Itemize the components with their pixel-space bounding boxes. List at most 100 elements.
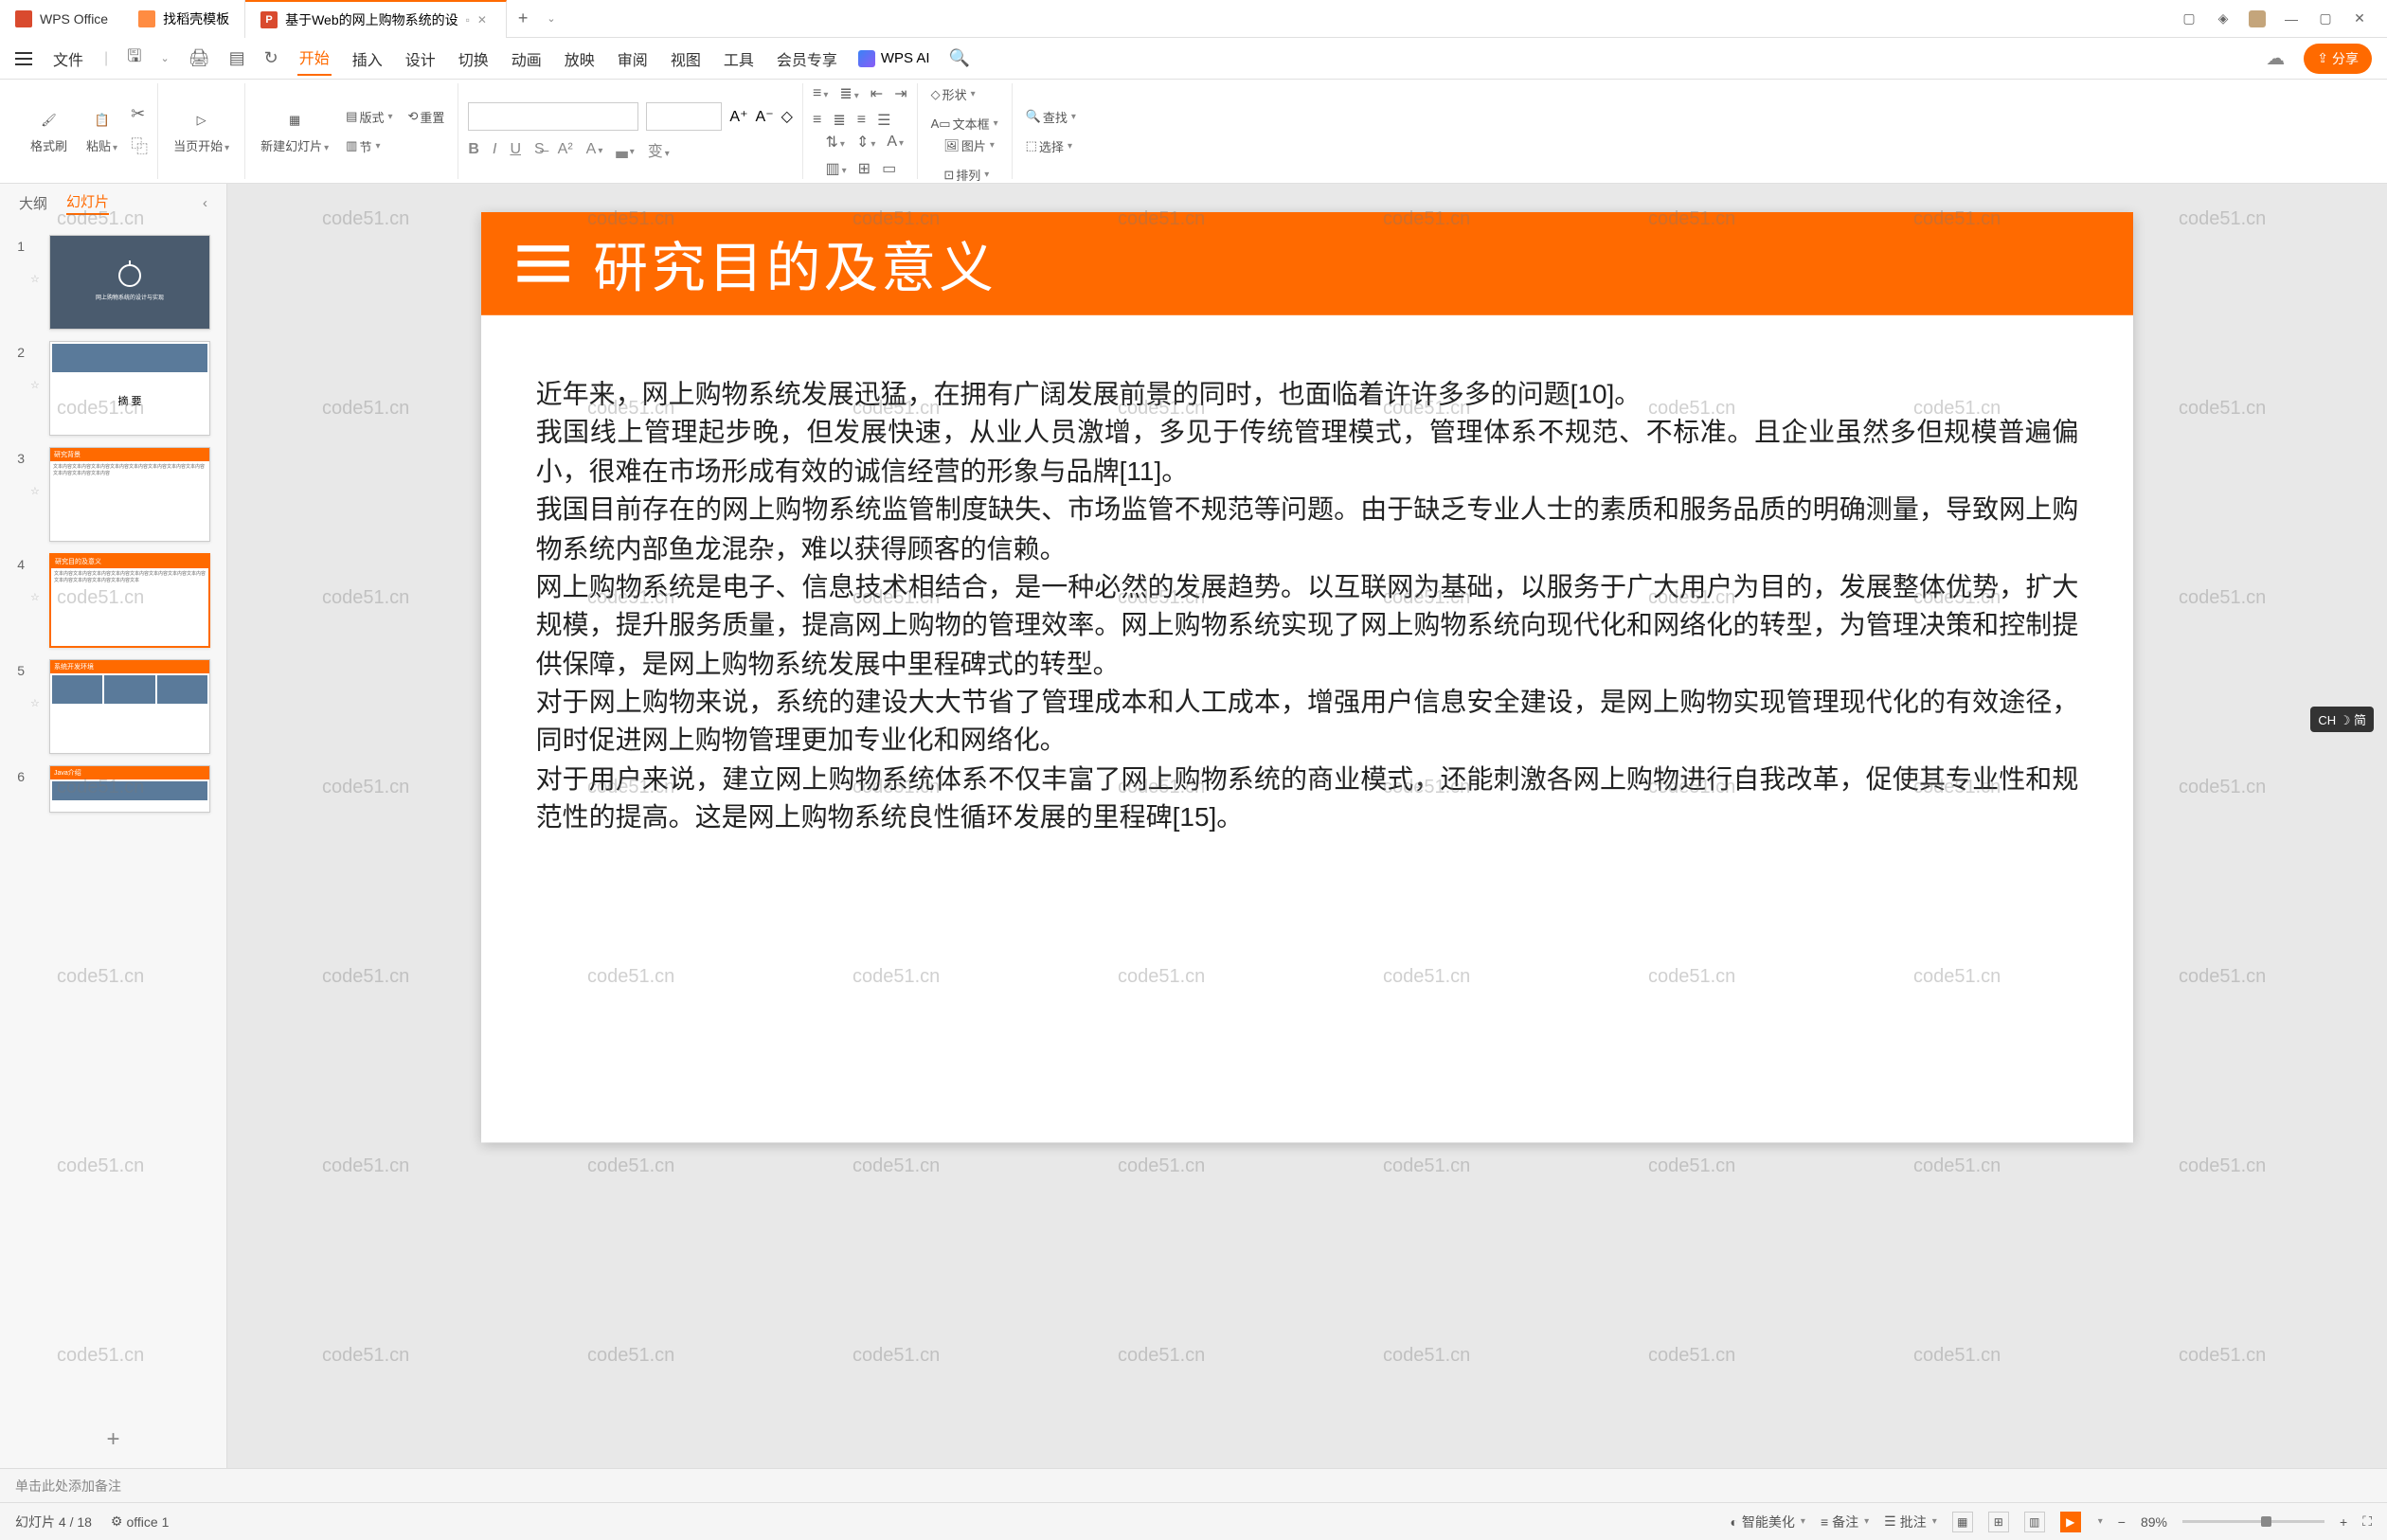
zoom-knob[interactable] [2261,1516,2271,1527]
menu-insert[interactable]: 插入 [350,44,385,74]
zoom-slider[interactable] [2182,1520,2324,1523]
columns-icon[interactable]: ▥▾ [826,159,847,178]
superscript-icon[interactable]: A² [558,141,573,158]
review-button[interactable]: ☰批注▾ [1884,1513,1937,1531]
slide-body[interactable]: 近年来，网上购物系统发展迅猛，在拥有广阔发展前景的同时，也面临着许许多多的问题[… [481,315,2133,898]
qa-save-icon[interactable]: 🖫 [127,45,141,73]
slideshow-dropdown[interactable]: ▾ [2098,1516,2103,1527]
menu-hamburger-icon[interactable] [15,52,32,65]
thumb-4[interactable]: 4 ☆ 研究目的及意义文本内容文本内容文本内容文本内容文本内容文本内容文本内容文… [0,547,226,654]
format-brush-button[interactable]: 🖌 格式刷 [25,106,73,156]
remark-button[interactable]: ≡备注▾ [1821,1513,1869,1531]
select-button[interactable]: ⬚选择▾ [1022,135,1080,157]
thumb-5[interactable]: 5 ☆ 系统开发环境 [0,654,226,760]
fit-window-button[interactable]: ⛶ [2362,1513,2372,1530]
wps-ai-button[interactable]: WPS AI [858,50,930,67]
bold-icon[interactable]: B [468,141,479,158]
tab-wps-home[interactable]: WPS Office [0,0,123,38]
close-tab-icon[interactable]: ✕ [477,13,491,27]
file-menu[interactable]: 文件 [51,44,85,74]
cloud-icon[interactable]: ☁ [2266,46,2285,70]
ime-indicator[interactable]: CH ☽ 简 [2310,707,2374,732]
add-slide-button[interactable]: + [0,1411,226,1468]
shape-button[interactable]: ◇形状▾ [927,83,1002,105]
decrease-font-icon[interactable]: A⁻ [756,107,774,126]
sorter-view-button[interactable]: ⊞ [1988,1512,2009,1532]
increase-font-icon[interactable]: A⁺ [729,107,747,126]
beautify-button[interactable]: ◐智能美化▾ [1730,1513,1805,1531]
outline-tab[interactable]: 大纲 [19,193,47,213]
align-right-icon[interactable]: ≡ [857,112,866,129]
reading-view-button[interactable]: ▥ [2024,1512,2045,1532]
menu-start[interactable]: 开始 [297,42,332,76]
menu-slideshow[interactable]: 放映 [563,44,597,74]
zoom-out-button[interactable]: − [2118,1514,2126,1530]
text-direction-icon[interactable]: ⇅▾ [826,133,845,152]
cut-icon[interactable]: ✂ [131,104,148,124]
font-color-icon[interactable]: A▾ [586,141,603,158]
section-button[interactable]: ▥节▾ [342,135,396,157]
align-text-icon[interactable]: A▾ [887,134,904,151]
thumb-6[interactable]: 6 Java介绍 [0,760,226,818]
new-slide-button[interactable]: ▦ 新建幻灯片▾ [255,106,334,156]
italic-icon[interactable]: I [493,141,496,158]
thumb-1[interactable]: 1 ☆ 网上购物系统的设计与实现 [0,229,226,335]
qa-undo-dropdown[interactable]: ⌄ [161,52,170,64]
text-effect-icon[interactable]: 变▾ [648,138,670,161]
menu-tools[interactable]: 工具 [722,44,756,74]
office-status[interactable]: ⚙office 1 [111,1513,169,1530]
copy-icon[interactable]: ⿻ [131,134,148,158]
thumb-2[interactable]: 2 ☆ 摘 要 [0,335,226,441]
indent-left-icon[interactable]: ⇤ [870,84,883,103]
search-icon[interactable]: 🔍 [949,48,970,68]
zoom-in-button[interactable]: + [2340,1514,2347,1530]
font-size-select[interactable] [646,102,722,131]
menu-design[interactable]: 设计 [404,44,438,74]
start-current-button[interactable]: ▷ 当页开始▾ [168,106,235,156]
slide-canvas[interactable]: 研究目的及意义 近年来，网上购物系统发展迅猛，在拥有广阔发展前景的同时，也面临着… [227,184,2387,1468]
align-justify-icon[interactable]: ☰ [877,111,890,130]
zoom-level[interactable]: 89% [2141,1514,2167,1530]
avatar-icon[interactable] [2249,10,2266,27]
align-left-icon[interactable]: ≡ [813,112,821,129]
collapse-sidebar-icon[interactable]: ‹ [203,195,207,211]
minimize-button[interactable]: — [2283,10,2300,27]
image-button[interactable]: 🖼图片▾ [940,134,998,156]
menu-review[interactable]: 审阅 [616,44,650,74]
distribute-icon[interactable]: ⊞ [858,159,870,178]
clear-format-icon[interactable]: ◇ [781,107,793,126]
align-center-icon[interactable]: ≣ [833,111,845,130]
menu-animation[interactable]: 动画 [510,44,544,74]
find-button[interactable]: 🔍查找▾ [1022,106,1080,128]
numbering-icon[interactable]: ≣▾ [839,84,858,103]
line-spacing-icon[interactable]: ⇕▾ [856,133,875,152]
tab-template[interactable]: 找稻壳模板 [123,0,245,38]
indent-right-icon[interactable]: ⇥ [894,84,906,103]
convert-icon[interactable]: ▭ [882,159,896,178]
paste-button[interactable]: 📋 粘贴▾ [81,106,123,156]
layout-button[interactable]: ▤版式▾ [342,106,396,128]
share-button[interactable]: ⇪ 分享 [2304,44,2372,74]
close-window-button[interactable]: ✕ [2351,10,2368,27]
new-tab-button[interactable]: + [507,9,540,28]
qa-preview-icon[interactable]: ▤ [229,48,245,68]
bullets-icon[interactable]: ≡▾ [813,85,828,102]
menu-transition[interactable]: 切换 [457,44,491,74]
underline-icon[interactable]: U [510,141,521,158]
slide[interactable]: 研究目的及意义 近年来，网上购物系统发展迅猛，在拥有广阔发展前景的同时，也面临着… [481,212,2133,1142]
highlight-icon[interactable]: ▃▾ [616,140,634,159]
app-window-icon[interactable]: ▢ [2181,10,2198,27]
slides-tab[interactable]: 幻灯片 [66,191,109,215]
tab-menu-icon[interactable]: ▫ [466,13,470,27]
reset-button[interactable]: ⟲重置 [404,106,449,128]
arrange-button[interactable]: ⊡排列▾ [940,164,998,186]
menu-member[interactable]: 会员专享 [775,44,839,74]
maximize-button[interactable]: ▢ [2317,10,2334,27]
font-family-select[interactable] [468,102,638,131]
tab-current-doc[interactable]: P 基于Web的网上购物系统的设 ▫ ✕ [245,0,507,38]
tab-dropdown-icon[interactable]: ⌄ [539,12,563,25]
menu-view[interactable]: 视图 [669,44,703,74]
textbox-button[interactable]: A▭文本框▾ [927,113,1002,134]
notes-placeholder[interactable]: 单击此处添加备注 [15,1477,121,1495]
qa-redo-icon[interactable]: ↻ [264,48,278,68]
